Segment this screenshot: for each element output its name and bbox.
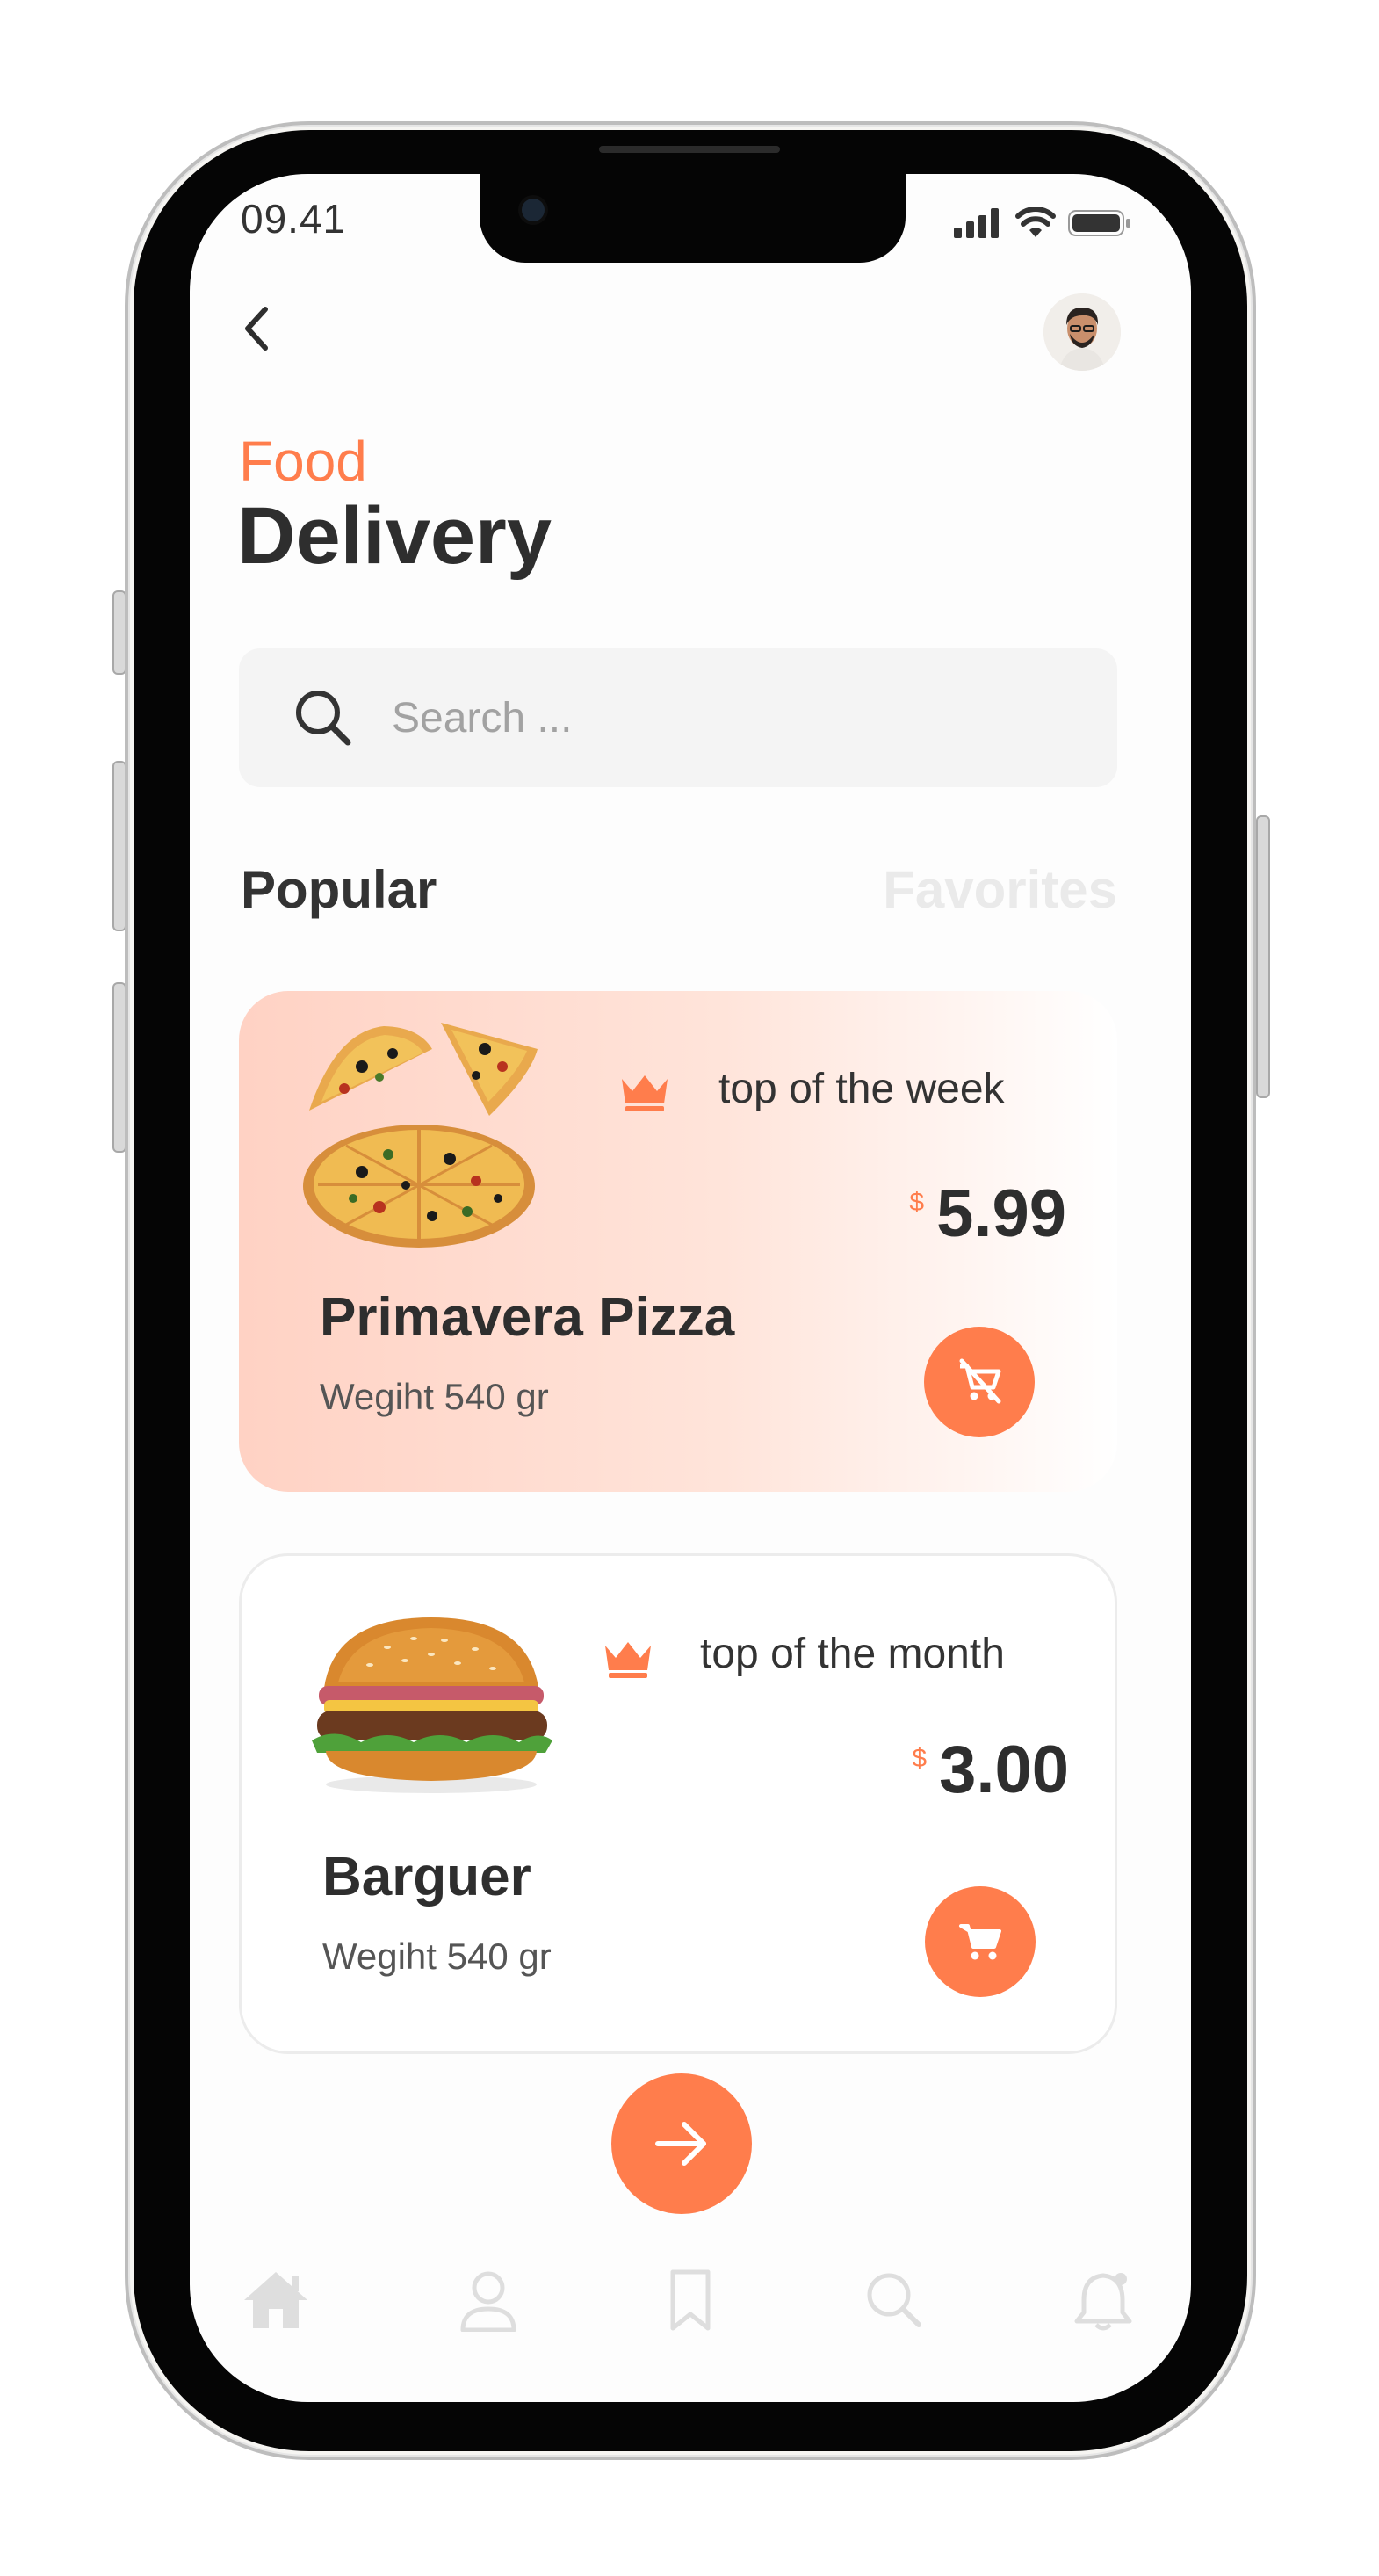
price: $ 5.99 [909, 1176, 1066, 1252]
app-screen: 09.41 Food Delivery Search ... Popular F… [190, 174, 1191, 2402]
arrow-right-icon [655, 2122, 706, 2166]
food-weight: Wegiht 540 gr [320, 1376, 549, 1417]
wifi-icon [1015, 207, 1056, 237]
home-icon [244, 2272, 307, 2328]
search-bar[interactable] [239, 648, 1117, 787]
nav-bookmarks[interactable] [646, 2256, 734, 2344]
battery-icon [1068, 210, 1130, 236]
earpiece-speaker [599, 146, 780, 153]
food-name: Barguer [322, 1847, 531, 1907]
status-icons [954, 207, 1131, 239]
page-title-accent: Food [239, 430, 367, 493]
bottom-nav [190, 2256, 1191, 2362]
user-avatar[interactable] [1043, 293, 1121, 371]
crown-icon [605, 1642, 651, 1678]
currency-symbol: $ [909, 1188, 925, 1217]
search-icon [867, 2273, 921, 2327]
next-button[interactable] [611, 2073, 752, 2214]
avatar-image [1043, 293, 1121, 371]
pizza-image [303, 1023, 538, 1248]
notification-icon [1074, 2273, 1132, 2331]
front-camera [522, 199, 545, 221]
cellular-signal-icon [954, 208, 999, 238]
add-to-cart-button[interactable] [925, 1886, 1036, 1997]
tab-favorites[interactable]: Favorites [883, 859, 1117, 920]
price-amount: 5.99 [936, 1176, 1066, 1251]
nav-home[interactable] [232, 2256, 320, 2344]
nav-profile[interactable] [444, 2256, 532, 2344]
power-button [1256, 815, 1270, 1098]
remove-from-cart-icon [959, 1358, 1001, 1404]
price-amount: 3.00 [939, 1733, 1069, 1807]
remove-from-cart-button[interactable] [924, 1327, 1035, 1437]
currency-symbol: $ [912, 1744, 928, 1773]
back-button[interactable] [230, 293, 283, 364]
add-to-cart-icon [959, 1924, 1001, 1960]
food-weight: Wegiht 540 gr [322, 1936, 552, 1977]
status-time: 09.41 [241, 196, 347, 242]
profile-icon [460, 2271, 516, 2332]
price: $ 3.00 [912, 1732, 1069, 1808]
search-input[interactable] [390, 692, 1008, 743]
badge-label: top of the week [718, 1066, 1005, 1112]
page-title: Delivery [237, 491, 552, 581]
notch [480, 174, 906, 263]
badge-label: top of the month [700, 1631, 1005, 1677]
search-icon [296, 691, 351, 746]
crown-icon [622, 1075, 668, 1111]
burger-image [312, 1617, 552, 1793]
tab-popular[interactable]: Popular [241, 859, 437, 920]
food-card-pizza[interactable]: top of the week $ 5.99 Primavera Pizza W… [239, 991, 1117, 1492]
nav-search[interactable] [850, 2256, 938, 2344]
bookmark-icon [670, 2269, 711, 2331]
nav-notifications[interactable] [1059, 2256, 1147, 2344]
chevron-left-icon [245, 307, 268, 351]
food-card-burger[interactable]: top of the month $ 3.00 Barguer Wegiht 5… [239, 1553, 1117, 2054]
food-name: Primavera Pizza [320, 1287, 735, 1348]
